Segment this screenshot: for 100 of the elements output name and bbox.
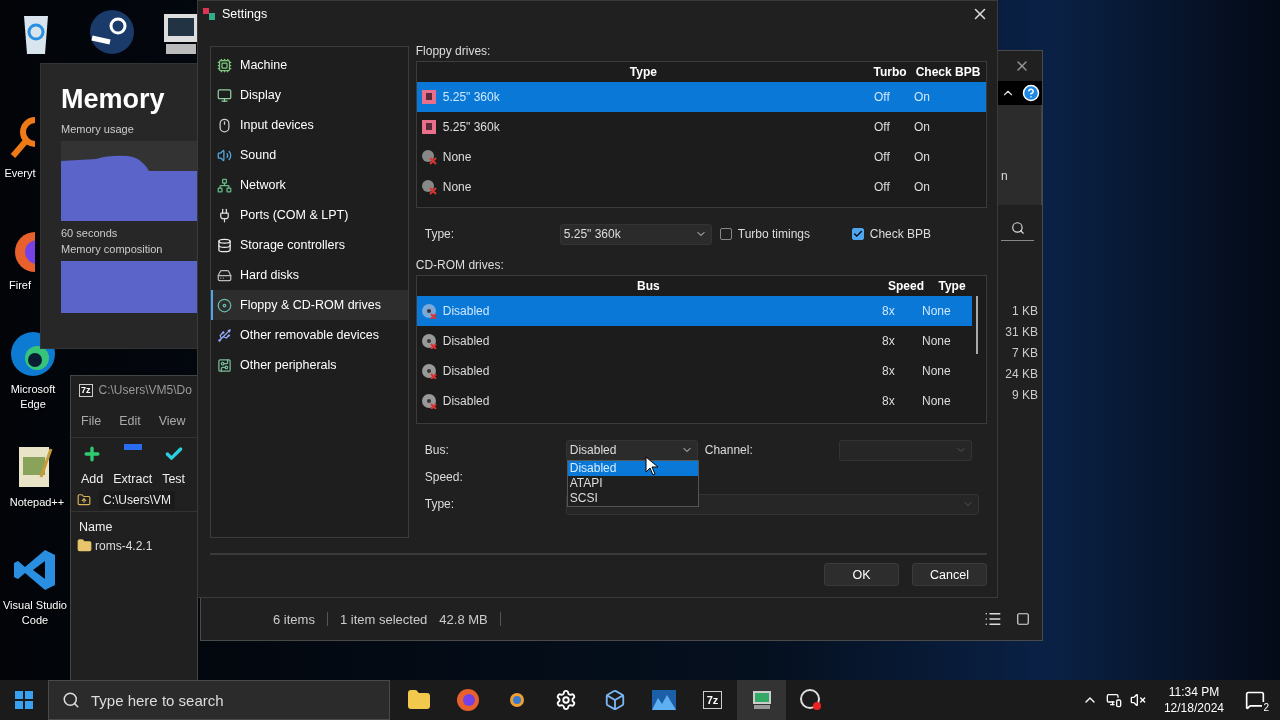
desktop-icon-label[interactable]: Firef xyxy=(9,278,31,293)
column-header[interactable]: Name xyxy=(71,512,197,534)
computer-icon xyxy=(750,689,773,711)
file-size: 7 KB xyxy=(1012,345,1038,362)
file-name[interactable]: roms-4.2.1 xyxy=(95,538,153,553)
turbo-value: Off xyxy=(873,120,891,134)
desktop-icon-label[interactable]: Visual Studio Code xyxy=(0,598,70,628)
drive-type: None xyxy=(442,180,472,194)
disc-icon xyxy=(217,297,232,313)
dialog-button[interactable]: Cancel xyxy=(912,563,987,586)
type-value: None xyxy=(921,304,952,318)
nav-item[interactable]: Display xyxy=(211,80,408,110)
type-dropdown[interactable]: 5.25" 360k xyxy=(559,223,712,245)
fox-globe-icon xyxy=(455,688,480,712)
table-row[interactable]: Disabled 8x None xyxy=(416,386,972,416)
section-label: CD-ROM drives: xyxy=(415,258,505,274)
section-label: Floppy drives: xyxy=(415,44,492,60)
details-view-icon[interactable] xyxy=(984,610,1002,628)
table-row[interactable]: 5.25" 360k Off On xyxy=(416,112,986,142)
column-header: Speed xyxy=(887,279,925,293)
table-row[interactable]: Disabled 8x None xyxy=(416,356,972,386)
check-bpb-checkbox[interactable] xyxy=(851,228,864,240)
usage-label: Memory usage xyxy=(61,123,135,135)
tiles-view-icon[interactable] xyxy=(1016,612,1030,626)
window-title: C:\Users\VM5\Do xyxy=(98,383,192,397)
nav-item[interactable]: Input devices xyxy=(211,110,408,140)
nav-item[interactable]: Network xyxy=(211,170,408,200)
mouse-icon xyxy=(217,117,232,133)
usb-icon xyxy=(217,327,232,343)
address-field[interactable]: C:\Users\VM xyxy=(99,490,175,509)
dropdown-option[interactable]: SCSI xyxy=(567,490,698,506)
table-row[interactable]: None Off On xyxy=(416,172,986,202)
cube-icon xyxy=(603,689,626,711)
nav-item[interactable]: Other peripherals xyxy=(211,350,408,380)
app-icon xyxy=(202,7,216,21)
toolbar-button[interactable]: Extract xyxy=(113,444,153,486)
dialog-button[interactable]: OK xyxy=(824,563,899,586)
desktop-icon-label[interactable]: Notepad++ xyxy=(9,495,65,510)
folder-up-icon[interactable] xyxy=(77,492,91,507)
checkbox-label: Check BPB xyxy=(869,227,932,241)
nav-item[interactable]: Hard disks xyxy=(211,260,408,290)
volume-muted-icon[interactable] xyxy=(1129,692,1146,708)
turbo-checkbox[interactable] xyxy=(719,228,732,240)
selection-status: 1 item selected xyxy=(339,611,428,627)
field-label: Type: xyxy=(424,227,456,241)
nav-item[interactable]: Other removable devices xyxy=(211,320,408,350)
ribbon-text: n xyxy=(1001,169,1008,183)
cd-icon xyxy=(420,393,437,409)
network-icon[interactable] xyxy=(1105,692,1122,708)
search-icon[interactable] xyxy=(1010,220,1025,235)
scrollbar-thumb[interactable] xyxy=(976,296,978,354)
cd-icon xyxy=(420,333,437,349)
field-label: Channel: xyxy=(703,443,754,457)
table-row[interactable]: Disabled 8x None xyxy=(416,326,972,356)
desktop-icon-label[interactable]: Microsoft Edge xyxy=(0,382,66,412)
column-header: Type xyxy=(628,65,658,79)
speed-value: 8x xyxy=(881,304,896,318)
search-field[interactable]: Type here to search xyxy=(48,680,390,720)
dropdown-option[interactable]: ATAPI xyxy=(567,475,698,491)
table-row[interactable]: Disabled 8x None xyxy=(416,296,972,326)
time-span-label: 60 seconds xyxy=(61,227,119,239)
drive-type: 5.25" 360k xyxy=(442,120,500,134)
plug-icon xyxy=(217,207,232,223)
dropdown-option[interactable]: Disabled xyxy=(567,460,698,476)
nav-item[interactable]: Sound xyxy=(211,140,408,170)
table-row[interactable]: 5.25" 360k Off On xyxy=(416,82,986,112)
composition-label: Memory composition xyxy=(61,243,164,255)
drive-type: 5.25" 360k xyxy=(442,90,500,104)
menu-item[interactable]: View xyxy=(158,413,186,428)
help-icon[interactable] xyxy=(1022,84,1040,102)
menu-item[interactable]: Edit xyxy=(119,413,141,428)
table-row[interactable]: None Off On xyxy=(416,142,986,172)
desktop-icon-label[interactable]: Everyt xyxy=(4,166,36,181)
nav-item[interactable]: Ports (COM & LPT) xyxy=(211,200,408,230)
checkbox-label: Turbo timings xyxy=(737,227,810,241)
nav-item[interactable]: Floppy & CD-ROM drives xyxy=(211,290,408,320)
monitor-icon xyxy=(217,87,232,103)
column-header: Bus xyxy=(636,279,661,293)
bus-value: Disabled xyxy=(442,304,490,318)
drive-type: None xyxy=(442,150,472,164)
file-size: 31 KB xyxy=(1005,324,1038,341)
taskbar-app[interactable] xyxy=(737,680,786,720)
column-header: Turbo xyxy=(872,65,908,79)
check-bpb-value: On xyxy=(913,120,931,134)
toolbar-button[interactable]: Add xyxy=(81,444,104,486)
nav-item[interactable]: Storage controllers xyxy=(211,230,408,260)
toolbar-button[interactable]: Test xyxy=(162,444,186,486)
bus-value: Disabled xyxy=(442,394,490,408)
circuit-board-icon xyxy=(217,357,232,373)
menu-item[interactable]: File xyxy=(81,413,102,428)
hard-drive-icon xyxy=(217,267,232,283)
field-label: Speed: xyxy=(424,470,464,484)
clock[interactable]: 11:34 PM 12/18/2024 xyxy=(1153,684,1234,716)
taskbar-app[interactable]: 7z xyxy=(688,680,737,720)
item-count: 6 items xyxy=(273,611,315,627)
mountain-icon xyxy=(651,690,676,710)
nav-item[interactable]: Machine xyxy=(211,50,408,80)
panel-title: Memory xyxy=(61,84,166,115)
field-label: Bus: xyxy=(424,443,450,457)
type-value: None xyxy=(921,364,952,378)
